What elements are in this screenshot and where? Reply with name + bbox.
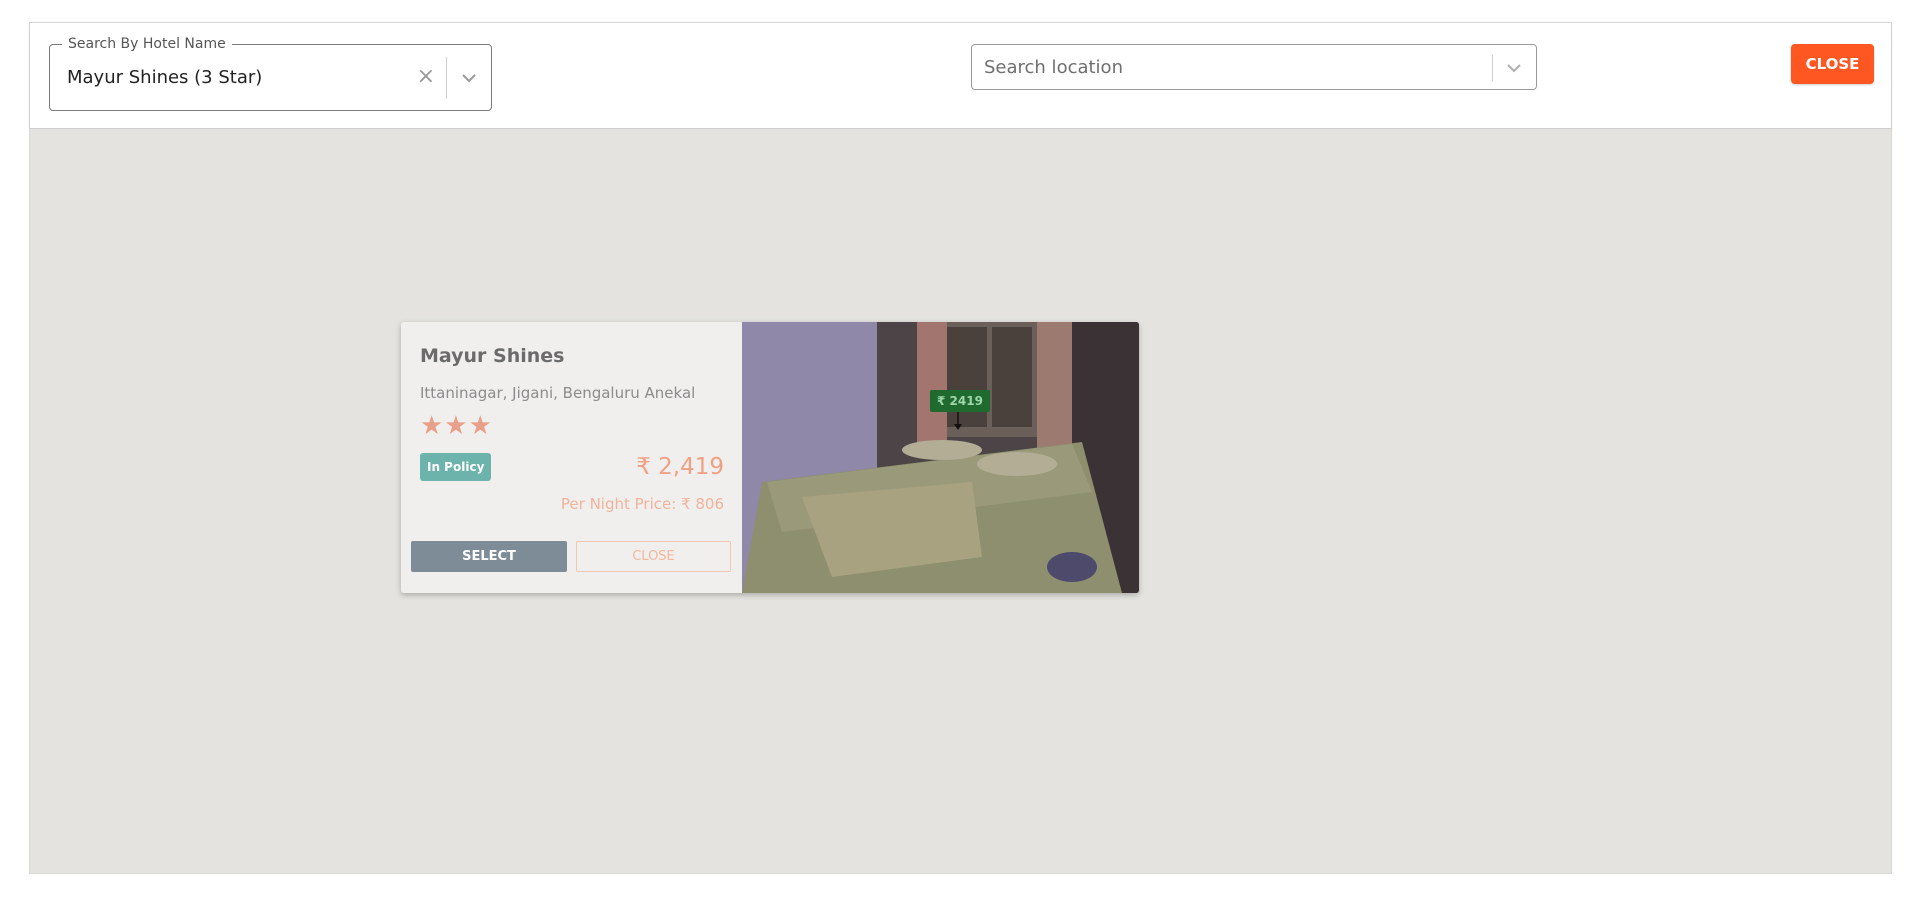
hotel-info: Mayur Shines Ittaninagar, Jigani, Bengal… xyxy=(401,322,742,593)
map-area[interactable]: Mayur Shines Ittaninagar, Jigani, Bengal… xyxy=(30,129,1891,873)
hotel-info-card: Mayur Shines Ittaninagar, Jigani, Bengal… xyxy=(401,322,1139,593)
policy-badge: In Policy xyxy=(420,453,492,481)
close-button[interactable]: CLOSE xyxy=(1791,44,1874,84)
hotel-name-label: Search By Hotel Name xyxy=(62,36,232,52)
hotel-address: Ittaninagar, Jigani, Bengaluru Anekal xyxy=(420,384,696,402)
hotel-name-select[interactable]: Search By Hotel Name Mayur Shines (3 Sta… xyxy=(49,36,492,111)
search-header: Search By Hotel Name Mayur Shines (3 Sta… xyxy=(30,23,1891,129)
select-button[interactable]: SELECT xyxy=(411,541,567,572)
location-select[interactable]: Search location xyxy=(971,44,1537,90)
card-close-button[interactable]: CLOSE xyxy=(576,541,731,572)
map-price-marker[interactable]: ₹ 2419 xyxy=(930,390,990,430)
hotel-map-panel: Search By Hotel Name Mayur Shines (3 Sta… xyxy=(29,22,1892,874)
location-placeholder: Search location xyxy=(984,57,1123,78)
chevron-down-icon[interactable] xyxy=(1506,63,1522,73)
hotel-room-photo xyxy=(742,322,1139,593)
clear-icon[interactable]: × xyxy=(417,63,435,91)
marker-price: ₹ 2419 xyxy=(930,390,990,412)
arrow-down-icon xyxy=(954,412,962,430)
select-divider xyxy=(446,57,447,99)
hotel-name: Mayur Shines xyxy=(420,345,565,367)
select-divider xyxy=(1492,55,1493,81)
star-rating: ★★★ xyxy=(420,411,493,441)
hotel-name-value: Mayur Shines (3 Star) xyxy=(67,67,263,88)
total-price: ₹ 2,419 xyxy=(636,454,724,480)
per-night-price: Per Night Price: ₹ 806 xyxy=(560,495,724,513)
chevron-down-icon[interactable] xyxy=(461,73,477,83)
